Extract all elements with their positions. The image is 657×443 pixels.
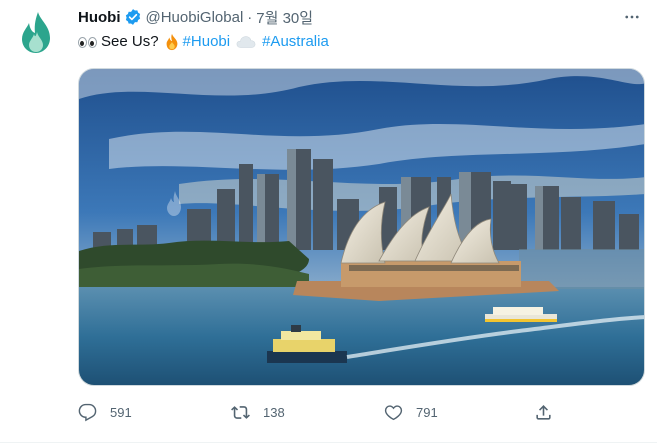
verified-badge-icon	[124, 8, 142, 26]
avatar[interactable]	[12, 8, 60, 56]
tweet-text: See Us? #Huobi #Australia	[78, 32, 643, 52]
like-count: 791	[416, 404, 438, 420]
tweet[interactable]: Huobi @HuobiGlobal · 7월 30일 See Us? #Huo…	[0, 0, 657, 443]
tweet-actions: 591 138 791	[78, 398, 645, 426]
tweet-header: Huobi @HuobiGlobal · 7월 30일	[78, 6, 643, 28]
fire-emoji	[163, 33, 181, 51]
share-button[interactable]	[534, 398, 566, 426]
tweet-text-see-us: See Us?	[101, 33, 159, 50]
hashtag-australia[interactable]: #Australia	[262, 32, 329, 52]
retweet-icon	[231, 405, 250, 419]
cloud-emoji	[236, 34, 256, 50]
tweet-photo-sydney-opera-house[interactable]	[78, 68, 645, 386]
photo-illustration	[79, 69, 644, 385]
retweet-button[interactable]: 138	[231, 398, 285, 426]
display-name[interactable]: Huobi	[78, 9, 121, 26]
reply-count: 591	[110, 404, 132, 420]
retweet-count: 138	[263, 404, 285, 420]
handle[interactable]: @HuobiGlobal	[146, 9, 244, 26]
reply-button[interactable]: 591	[78, 398, 132, 426]
eyes-emoji	[78, 36, 98, 48]
huobi-flame-logo	[22, 12, 50, 53]
like-button[interactable]: 791	[384, 398, 438, 426]
share-icon	[536, 404, 551, 420]
more-dots-icon[interactable]	[621, 6, 643, 28]
heart-icon	[384, 404, 403, 420]
reply-icon	[78, 403, 97, 421]
separator-dot: ·	[247, 8, 253, 26]
tweet-date[interactable]: 7월 30일	[256, 7, 313, 28]
hashtag-huobi[interactable]: #Huobi	[183, 32, 231, 52]
